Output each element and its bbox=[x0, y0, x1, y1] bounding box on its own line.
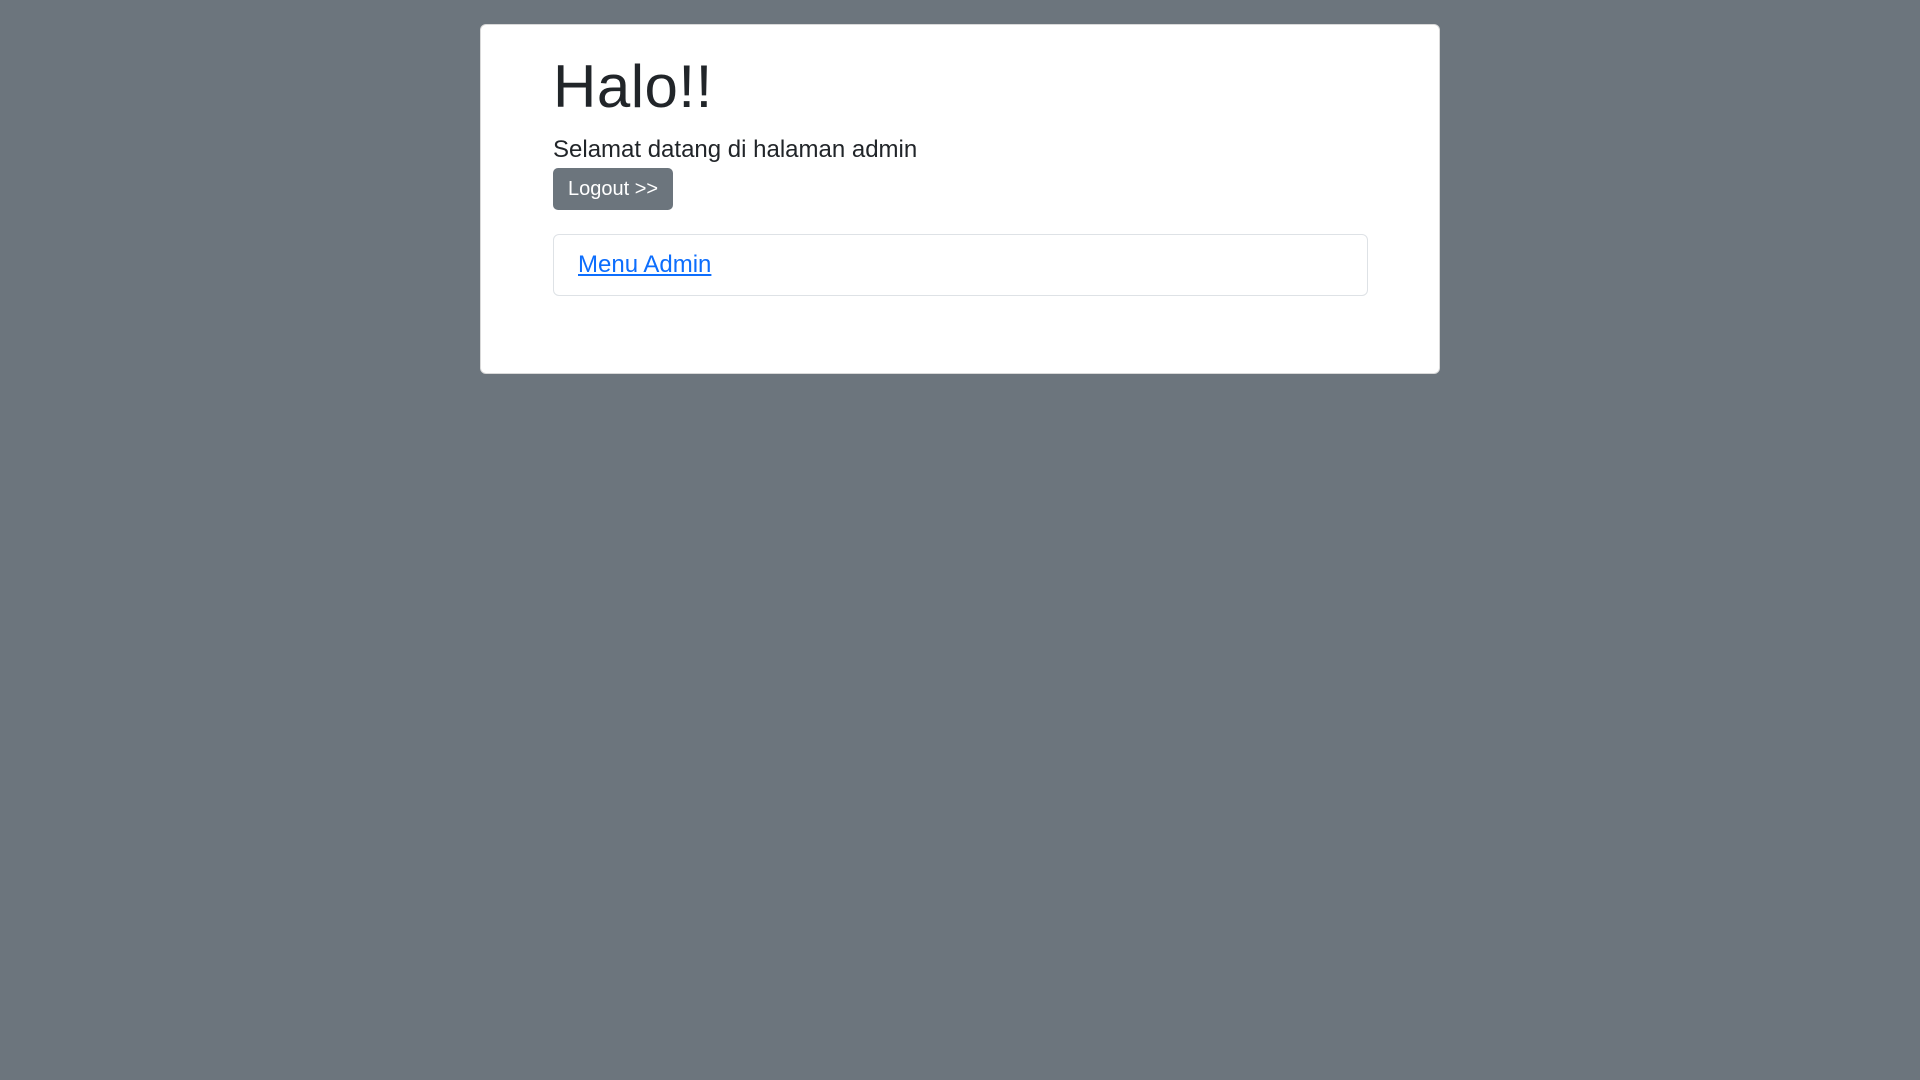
card-content: Halo!! Selamat datang di halaman admin L… bbox=[553, 51, 1368, 296]
page-title: Halo!! bbox=[553, 53, 713, 120]
admin-menu-list: Menu Admin bbox=[553, 234, 1368, 296]
welcome-text: Selamat datang di halaman admin bbox=[553, 136, 918, 163]
menu-admin-link[interactable]: Menu Admin bbox=[578, 251, 711, 278]
logout-button[interactable]: Logout >> bbox=[553, 168, 674, 210]
admin-card: Halo!! Selamat datang di halaman admin L… bbox=[480, 24, 1440, 374]
